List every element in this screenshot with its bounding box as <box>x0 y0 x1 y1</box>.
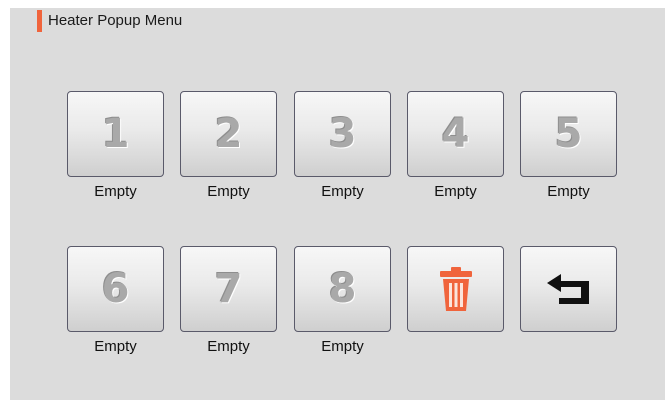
slot-1-label: Empty <box>94 183 137 200</box>
slot-3: 3 Empty <box>294 91 391 200</box>
slot-5-label: Empty <box>547 183 590 200</box>
delete-slot <box>407 246 504 332</box>
slot-4-button[interactable]: 4 <box>407 91 504 177</box>
slot-3-number: 3 <box>328 111 357 157</box>
slot-6: 6 Empty <box>67 246 164 355</box>
slot-5: 5 Empty <box>520 91 617 200</box>
back-slot <box>520 246 617 332</box>
slot-4-number: 4 <box>441 111 470 157</box>
slot-2-button[interactable]: 2 <box>180 91 277 177</box>
slot-8-number: 8 <box>328 266 357 312</box>
slot-7-button[interactable]: 7 <box>180 246 277 332</box>
slot-5-button[interactable]: 5 <box>520 91 617 177</box>
title-accent-bar <box>37 10 42 32</box>
slot-3-button[interactable]: 3 <box>294 91 391 177</box>
back-arrow-icon <box>545 272 593 306</box>
back-button[interactable] <box>520 246 617 332</box>
popup-header: Heater Popup Menu <box>37 10 182 32</box>
trash-icon <box>438 266 474 312</box>
slot-7-label: Empty <box>207 338 250 355</box>
slot-7-number: 7 <box>214 266 243 312</box>
slot-6-label: Empty <box>94 338 137 355</box>
slot-2-label: Empty <box>207 183 250 200</box>
slot-6-button[interactable]: 6 <box>67 246 164 332</box>
slot-1-number: 1 <box>101 111 130 157</box>
delete-button[interactable] <box>407 246 504 332</box>
slot-1: 1 Empty <box>67 91 164 200</box>
slot-4-label: Empty <box>434 183 477 200</box>
slot-4: 4 Empty <box>407 91 504 200</box>
slot-5-number: 5 <box>554 111 583 157</box>
slot-2-number: 2 <box>214 111 243 157</box>
slot-2: 2 Empty <box>180 91 277 200</box>
slot-8-label: Empty <box>321 338 364 355</box>
slot-8: 8 Empty <box>294 246 391 355</box>
slot-6-number: 6 <box>101 266 130 312</box>
popup-title: Heater Popup Menu <box>48 12 183 29</box>
slot-8-button[interactable]: 8 <box>294 246 391 332</box>
slot-1-button[interactable]: 1 <box>67 91 164 177</box>
slot-3-label: Empty <box>321 183 364 200</box>
slot-7: 7 Empty <box>180 246 277 355</box>
